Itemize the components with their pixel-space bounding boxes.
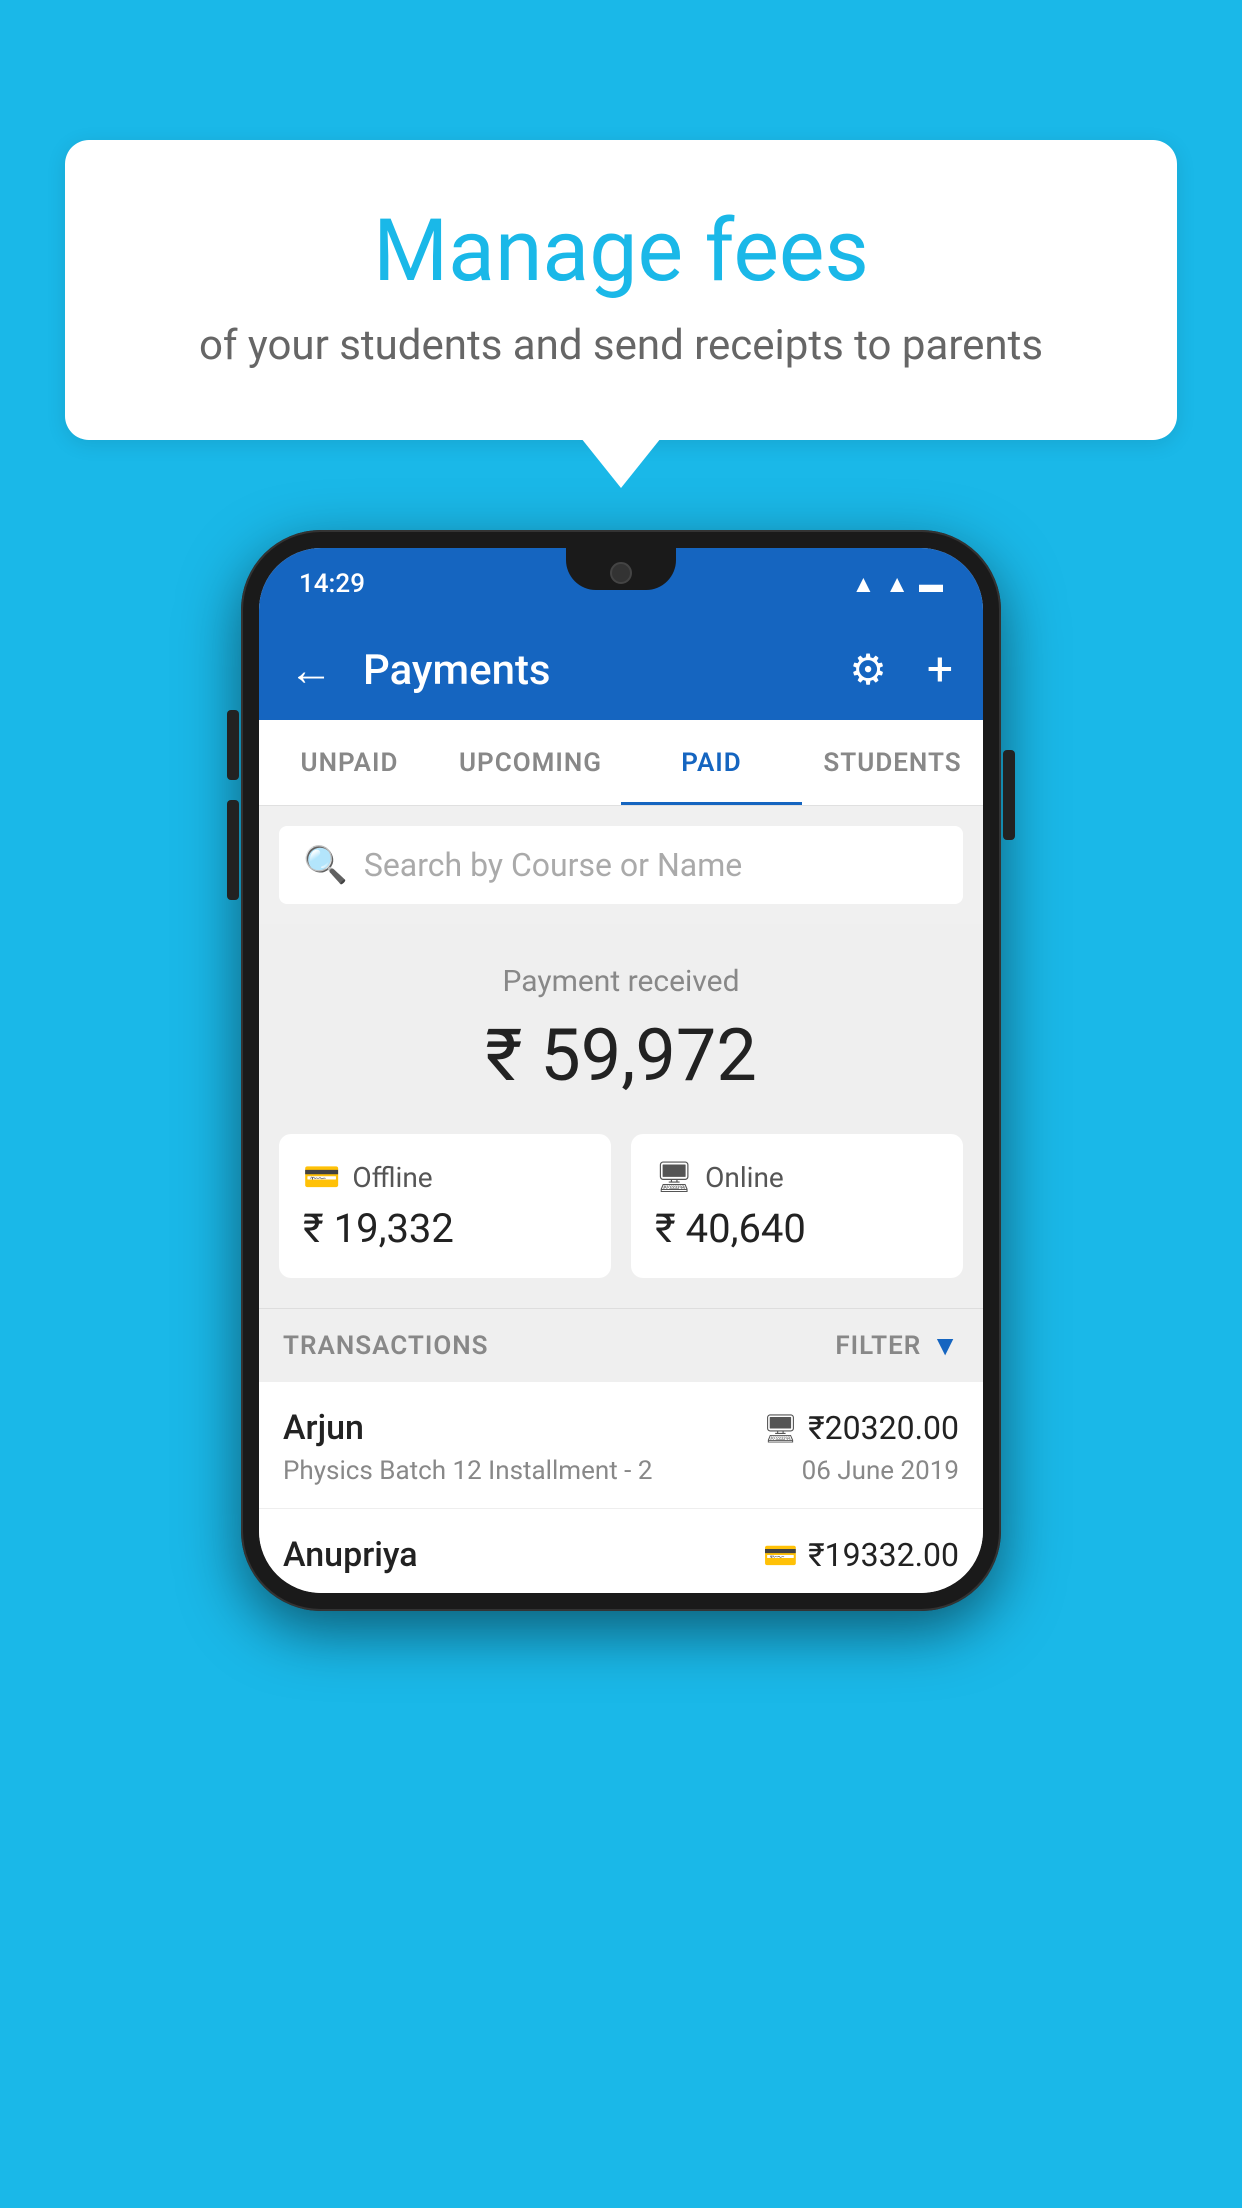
search-icon: 🔍 [303,844,348,886]
status-icons: ▲ ▲ ▬ [851,570,943,599]
offline-card-header: 💳 Offline [303,1160,587,1195]
back-button[interactable]: ← [289,644,333,696]
transaction-amount-wrap-2: 💳 ₹19332.00 [763,1536,959,1574]
page-title: Payments [363,646,829,695]
offline-payment-icon: 💳 [303,1160,340,1195]
status-time: 14:29 [299,569,365,599]
online-transaction-icon: 🖥 [763,1412,799,1445]
app-header: ← Payments ⚙ + [259,620,983,720]
payment-received-label: Payment received [289,964,953,999]
bubble-subtitle: of your students and send receipts to pa… [115,321,1127,370]
online-card: 🖥 Online ₹ 40,640 [631,1134,963,1278]
tab-upcoming[interactable]: UPCOMING [440,720,621,805]
payment-total-amount: ₹ 59,972 [289,1013,953,1098]
transaction-date: 06 June 2019 [802,1456,959,1486]
online-payment-icon: 🖥 [655,1160,693,1195]
add-button[interactable]: + [927,643,953,697]
search-placeholder: Search by Course or Name [364,846,742,884]
battery-icon: ▬ [919,570,943,599]
notch-cutout [566,548,676,590]
tab-students[interactable]: STUDENTS [802,720,983,805]
online-label: Online [705,1161,784,1194]
offline-card: 💳 Offline ₹ 19,332 [279,1134,611,1278]
tab-unpaid[interactable]: UNPAID [259,720,440,805]
transaction-bottom: Physics Batch 12 Installment - 2 06 June… [283,1456,959,1486]
online-card-header: 🖥 Online [655,1160,939,1195]
transactions-label: TRANSACTIONS [283,1331,489,1361]
front-camera [610,562,632,584]
volume-up-button [227,710,239,780]
speech-bubble: Manage fees of your students and send re… [65,140,1177,440]
payment-cards: 💳 Offline ₹ 19,332 🖥 Online ₹ 40,640 [259,1134,983,1308]
settings-icon[interactable]: ⚙ [849,645,887,695]
tabs-bar: UNPAID UPCOMING PAID STUDENTS [259,720,983,806]
power-button [1003,750,1015,840]
offline-transaction-icon: 💳 [763,1539,798,1572]
offline-amount: ₹ 19,332 [303,1205,587,1252]
tab-paid[interactable]: PAID [621,720,802,805]
signal-icon: ▲ [885,570,909,599]
filter-section[interactable]: FILTER ▼ [835,1329,959,1362]
filter-label: FILTER [835,1331,921,1361]
online-amount: ₹ 40,640 [655,1205,939,1252]
transaction-amount-2: ₹19332.00 [808,1536,959,1574]
transaction-top-2: Anupriya 💳 ₹19332.00 [283,1535,959,1575]
transaction-amount-wrap: 🖥 ₹20320.00 [763,1409,959,1447]
transaction-row[interactable]: Arjun 🖥 ₹20320.00 Physics Batch 12 Insta… [259,1382,983,1509]
transactions-header: TRANSACTIONS FILTER ▼ [259,1308,983,1382]
transaction-desc: Physics Batch 12 Installment - 2 [283,1456,652,1486]
search-box[interactable]: 🔍 Search by Course or Name [279,826,963,904]
transaction-row-partial[interactable]: Anupriya 💳 ₹19332.00 [259,1509,983,1593]
bubble-title: Manage fees [115,200,1127,301]
transaction-name-2: Anupriya [283,1535,418,1575]
transaction-amount: ₹20320.00 [808,1409,959,1447]
wifi-icon: ▲ [851,570,875,599]
phone-device: 14:29 ▲ ▲ ▬ ← Payments ⚙ + UNPAID [241,530,1001,1611]
transaction-name: Arjun [283,1408,364,1448]
payment-summary: Payment received ₹ 59,972 [259,924,983,1134]
status-bar: 14:29 ▲ ▲ ▬ [259,548,983,620]
phone-outer: 14:29 ▲ ▲ ▬ ← Payments ⚙ + UNPAID [241,530,1001,1611]
offline-label: Offline [352,1161,432,1194]
search-section: 🔍 Search by Course or Name [259,806,983,924]
phone-screen: 14:29 ▲ ▲ ▬ ← Payments ⚙ + UNPAID [259,548,983,1593]
filter-icon: ▼ [931,1329,959,1362]
volume-down-button [227,800,239,900]
transaction-top: Arjun 🖥 ₹20320.00 [283,1408,959,1448]
